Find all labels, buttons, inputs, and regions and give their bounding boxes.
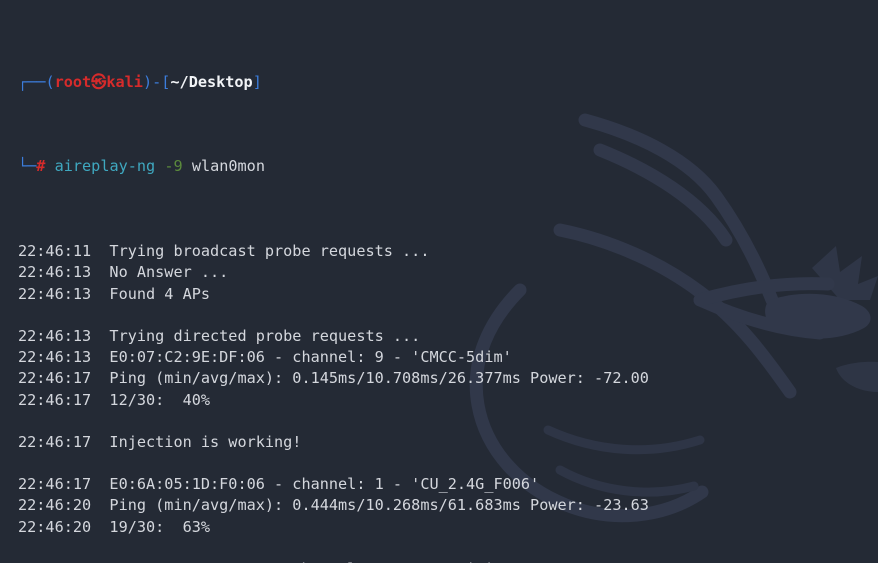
command-interface: wlan0mon (191, 157, 265, 176)
prompt-host: kali (106, 72, 143, 91)
prompt-dash: - (152, 72, 162, 91)
output-line: 22:46:17 Ping (min/avg/max): 0.145ms/10.… (18, 369, 649, 388)
output-line: 22:46:20 Ping (min/avg/max): 0.444ms/10.… (18, 496, 649, 515)
prompt-close-paren: ) (142, 72, 153, 91)
prompt-frame-top: ┌── (18, 72, 46, 91)
terminal-screen: ┌──(root㉿kali)-[~/Desktop] └─# aireplay-… (0, 0, 878, 563)
output-line: 22:46:13 No Answer ... (18, 263, 229, 282)
output-line: 22:46:13 Trying directed probe requests … (18, 326, 421, 345)
output-line: 22:46:17 12/30: 40% (18, 390, 211, 409)
output-line: 22:46:17 E0:6A:05:1D:F0:06 - channel: 1 … (18, 475, 540, 494)
output-line: 22:46:13 E0:07:C2:9E:DF:06 - channel: 9 … (18, 348, 512, 367)
output-line: 22:46:13 Found 4 APs (18, 284, 211, 303)
output-blank-line (18, 453, 878, 474)
output-blank-line (18, 305, 878, 326)
prompt-frame-bottom: └─ (18, 157, 37, 176)
command-flag: -9 (164, 157, 183, 176)
output-line: 22:46:20 A4:56:02:B1:19:17 - channel: 10… (18, 559, 878, 563)
output-blank-line (18, 411, 878, 432)
output-line: 22:46:11 Trying broadcast probe requests… (18, 242, 430, 261)
kali-logo-icon: ㉿ (91, 72, 107, 91)
prompt-user: root (54, 72, 92, 91)
prompt-open-paren: ( (45, 72, 55, 91)
output-blank-line (18, 538, 878, 559)
prompt-line-command[interactable]: └─# aireplay-ng -9 wlan0mon (18, 156, 878, 177)
prompt-close-bracket: ] (252, 72, 262, 91)
prompt-path: ~/Desktop (170, 72, 253, 91)
output-line: 22:46:17 Injection is working! (18, 432, 302, 451)
output-region: 22:46:11 Trying broadcast probe requests… (18, 241, 878, 563)
terminal-window[interactable]: ┌──(root㉿kali)-[~/Desktop] └─# aireplay-… (0, 0, 878, 563)
command-name: aireplay-ng (54, 157, 156, 176)
prompt-line-top: ┌──(root㉿kali)-[~/Desktop] (18, 72, 878, 93)
output-line: 22:46:20 19/30: 63% (18, 517, 211, 536)
